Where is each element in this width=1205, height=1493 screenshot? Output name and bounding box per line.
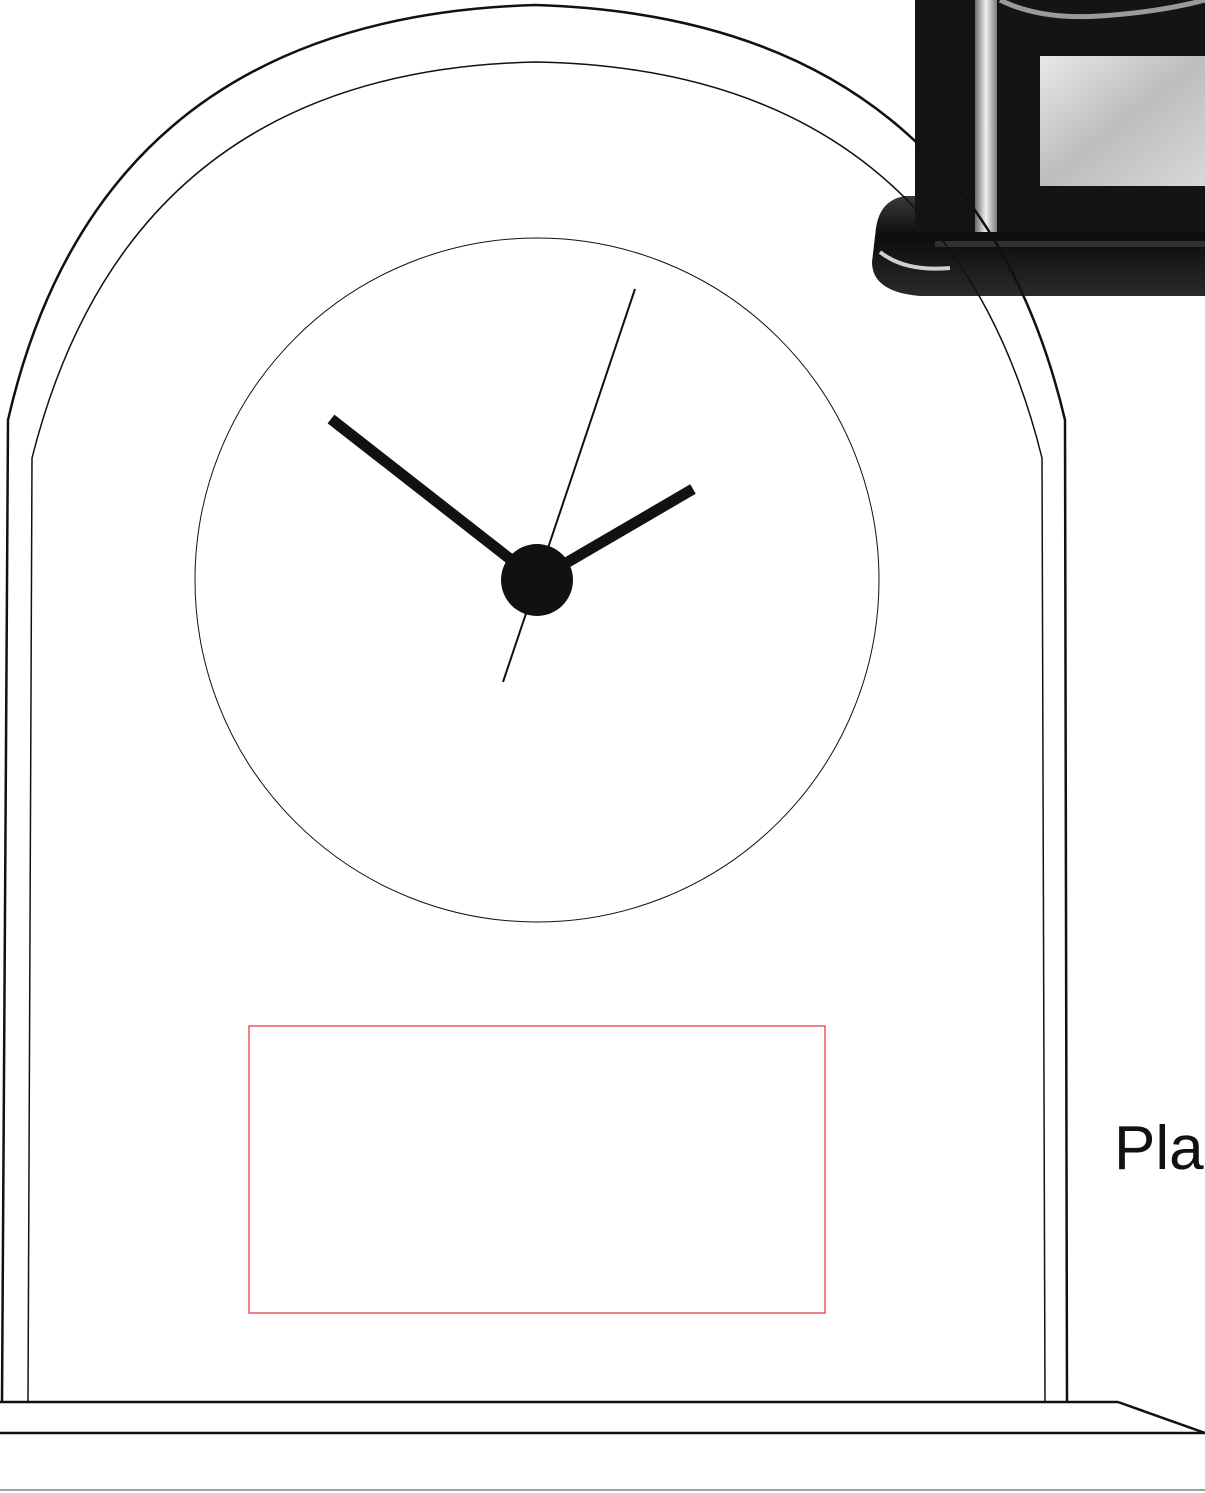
engraving-area [248,1025,826,1314]
side-label: Pla [1114,1114,1204,1183]
base-bevel-line [1117,1400,1205,1435]
clock-line-drawing [0,0,1205,1491]
second-hand [502,288,636,683]
hand-hub [501,544,573,616]
base [0,1400,1205,1491]
photo-engrave-plate [1040,56,1205,186]
minute-hand [327,414,541,585]
photo-chrome-trim [975,0,997,232]
